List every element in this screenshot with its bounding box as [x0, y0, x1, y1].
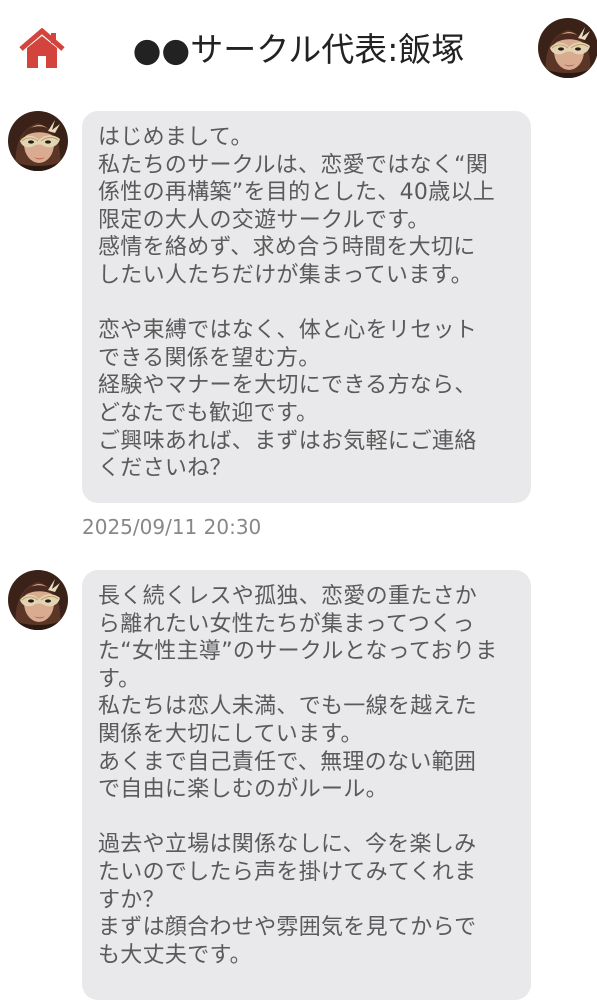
message-line: はじめまして。 — [98, 125, 253, 150]
message-line: も大丈夫です。 — [98, 942, 252, 968]
message-line: 恋や束縛ではなく、体と心をリセット — [98, 318, 478, 344]
message-line: まずは顔合わせや雰囲気を見てからで — [98, 915, 477, 941]
message-line: すか？ — [98, 887, 165, 913]
message-bubble: 長く続くレスや孤独、恋愛の重たさか ら離れたい女性たちが集まってつくっ た“女性… — [82, 570, 531, 1000]
message-line: 感情を絡めず、求め合う時間を大切に — [98, 235, 476, 261]
message-line: たいのでしたら声を掛けてみてくれま — [98, 859, 477, 885]
chat-header: ●●サークル代表:飯塚 — [0, 0, 597, 98]
message-line: で自由に楽しむのがルール。 — [98, 777, 388, 803]
message-line: あくまで自己責任で、無理のない範囲 — [98, 749, 477, 775]
message-line: 私たちは恋人未満、でも一線を越えた — [98, 694, 478, 720]
message-line: どなたでも歓迎です。 — [98, 400, 319, 426]
home-button[interactable] — [18, 28, 66, 70]
message-line: た“女性主導”のサークルとなっておりま — [98, 639, 498, 665]
message-line: 係性の再構築”を目的とした、40歳以上 — [98, 180, 496, 206]
profile-avatar[interactable] — [538, 18, 597, 78]
message-line: 長く続くレスや孤独、恋愛の重たさか — [98, 584, 478, 609]
sender-avatar[interactable] — [8, 111, 68, 171]
message-line — [98, 290, 517, 318]
message-line: できる関係を望む方。 — [98, 345, 321, 371]
page-title: ●●サークル代表:飯塚 — [132, 30, 465, 69]
message-line: 過去や立場は関係なしに、今を楽しみ — [98, 832, 477, 858]
masked-woman-avatar-icon — [8, 570, 68, 630]
message-line: ご興味あれば、まずはお気軽にご連絡 — [98, 428, 477, 454]
message-line: 私たちのサークルは、恋愛ではなく“関 — [98, 152, 489, 178]
message-timestamp: 2025/09/11 20:30 — [82, 515, 262, 539]
message-line: 限定の大人の交遊サークルです。 — [98, 207, 430, 233]
sender-avatar[interactable] — [8, 570, 68, 630]
message-line: す。 — [98, 666, 141, 692]
message-line — [98, 804, 517, 832]
message-line: くださいね？ — [98, 456, 232, 482]
masked-woman-avatar-icon — [8, 111, 68, 171]
message-line: 経験やマナーを大切にできる方なら、 — [98, 373, 477, 399]
message-bubble: はじめまして。 私たちのサークルは、恋愛ではなく“関 係性の再構築”を目的とした… — [82, 111, 531, 503]
masked-woman-avatar-icon — [538, 18, 597, 78]
message-line: したい人たちだけが集まっています。 — [98, 262, 473, 288]
message-line: 関係を大切にしています。 — [98, 721, 363, 747]
message-line: ら離れたい女性たちが集まってつくっ — [98, 611, 475, 637]
home-icon — [18, 28, 66, 70]
